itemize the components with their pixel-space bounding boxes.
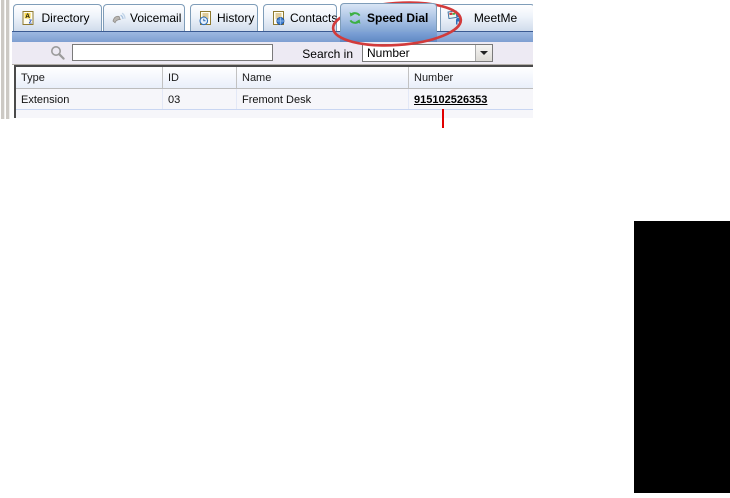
column-header-number[interactable]: Number (409, 67, 533, 88)
search-in-label: Search in (302, 47, 353, 61)
chevron-down-icon (480, 51, 488, 55)
svg-text:z: z (29, 18, 33, 25)
empty-table-row (16, 110, 533, 118)
number-link[interactable]: 915102526353 (414, 94, 487, 106)
cell-type: Extension (16, 89, 163, 109)
magnifier-icon (51, 46, 65, 60)
meetme-icon (447, 10, 461, 25)
callout-line-annotation (442, 109, 444, 128)
tab-label: Contacts (290, 11, 338, 25)
search-input[interactable] (72, 44, 273, 61)
tab-strip-band-selected-segment (340, 32, 437, 42)
column-header-name[interactable]: Name (237, 67, 409, 88)
directory-icon: A z (22, 11, 34, 25)
column-header-id[interactable]: ID (163, 67, 237, 88)
speed-dial-table: Type ID Name Number Extension 03 Fremont… (14, 65, 533, 118)
table-row[interactable]: Extension 03 Fremont Desk 915102526353 (16, 89, 533, 110)
window-edge-line (1, 0, 5, 119)
cell-id: 03 (163, 89, 237, 109)
cell-name: Fremont Desk (237, 89, 409, 109)
tab-directory[interactable]: A z Directory (13, 4, 102, 31)
cell-number: 915102526353 (409, 89, 533, 109)
tab-label: History (217, 11, 255, 25)
history-icon (199, 11, 211, 26)
tab-label: Directory (41, 11, 90, 25)
table-header-row: Type ID Name Number (16, 67, 533, 89)
search-in-selected-value: Number (367, 46, 410, 60)
voicemail-icon (112, 12, 126, 24)
speed-dial-icon (349, 12, 361, 24)
redaction-block (634, 221, 730, 493)
tab-strip-band (12, 31, 533, 42)
phone-client-panel: A z Directory Voicemail History Contacts… (10, 0, 533, 118)
column-header-type[interactable]: Type (16, 67, 163, 88)
tab-speed-dial[interactable]: Speed Dial (340, 3, 437, 32)
tab-meetme[interactable]: MeetMe (440, 4, 533, 31)
tab-label: Voicemail (130, 11, 182, 25)
tab-voicemail[interactable]: Voicemail (103, 4, 185, 31)
search-in-dropdown[interactable]: Number (362, 44, 493, 62)
tab-history[interactable]: History (190, 4, 258, 31)
dropdown-arrow-button[interactable] (475, 45, 492, 61)
tab-contacts[interactable]: Contacts (263, 4, 337, 31)
contacts-icon (273, 11, 285, 25)
tab-label: MeetMe (473, 11, 518, 25)
tab-label: Speed Dial (367, 11, 429, 25)
